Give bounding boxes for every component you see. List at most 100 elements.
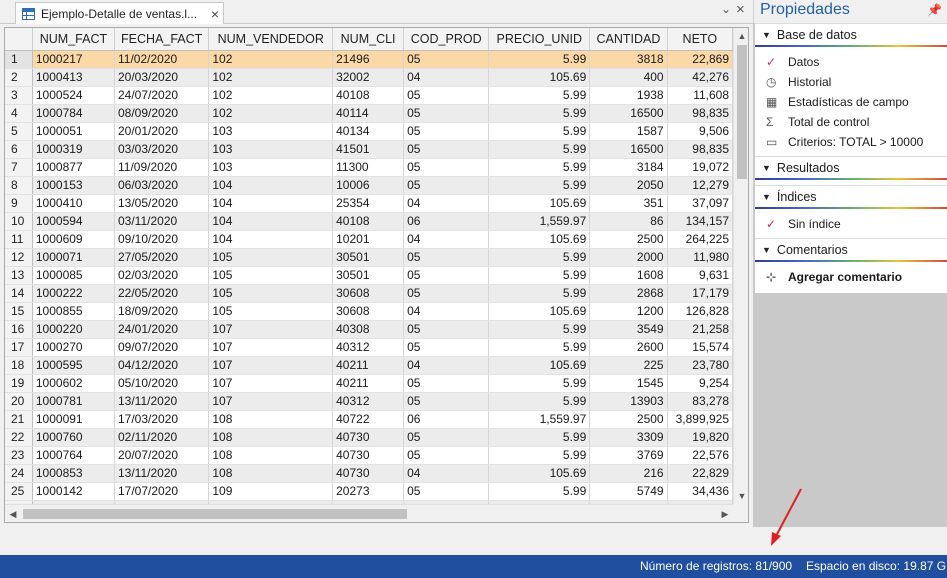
table-cell[interactable]: 5.99 <box>488 50 591 69</box>
table-row[interactable]: 17 1000270 09/07/2020 107 40312 05 5.99 2600 15,… <box>5 338 733 357</box>
table-cell[interactable]: 16500 <box>589 104 668 123</box>
table-cell[interactable]: 05 <box>403 338 490 357</box>
section-header-comentarios[interactable]: ▼ Comentarios <box>755 238 947 260</box>
table-cell[interactable]: 05 <box>403 86 490 105</box>
table-cell[interactable]: 126,828 <box>667 302 733 321</box>
table-cell[interactable]: 104 <box>208 194 334 213</box>
table-cell[interactable]: 1000609 <box>32 230 116 249</box>
table-row[interactable]: 13 1000085 02/03/2020 105 30501 05 5.99 1608 9,6… <box>5 266 733 285</box>
table-cell[interactable]: 105.69 <box>488 464 591 483</box>
row-number[interactable]: 20 <box>5 392 33 411</box>
table-cell[interactable]: 108 <box>208 446 334 465</box>
table-cell[interactable]: 05 <box>403 266 490 285</box>
table-row[interactable]: 15 1000855 18/09/2020 105 30608 04 105.69 1200 1… <box>5 302 733 321</box>
table-cell[interactable]: 17,179 <box>667 284 733 303</box>
table-cell[interactable]: 108 <box>208 464 334 483</box>
table-cell[interactable]: 30501 <box>332 248 405 267</box>
table-row[interactable]: 8 1000153 06/03/2020 104 10006 05 5.99 2050 12,2… <box>5 176 733 195</box>
column-header[interactable]: NETO <box>667 28 733 51</box>
horizontal-scroll-thumb[interactable] <box>23 509 407 519</box>
collapse-caret-icon[interactable]: ▼ <box>762 192 771 202</box>
row-number[interactable]: 18 <box>5 356 33 375</box>
table-cell[interactable]: 103 <box>208 140 334 159</box>
table-cell[interactable]: 04 <box>403 230 490 249</box>
table-row[interactable]: 5 1000051 20/01/2020 103 40134 05 5.99 1587 9,50… <box>5 122 733 141</box>
tab-list-chevron-icon[interactable]: ⌄ <box>721 2 731 16</box>
table-cell[interactable]: 1938 <box>589 86 668 105</box>
table-cell[interactable]: 24/01/2020 <box>114 320 210 339</box>
table-cell[interactable]: 5.99 <box>488 392 591 411</box>
table-cell[interactable]: 06 <box>403 212 490 231</box>
table-cell[interactable]: 15,574 <box>667 338 733 357</box>
table-row[interactable]: 23 1000764 20/07/2020 108 40730 05 5.99 3769 22,… <box>5 446 733 465</box>
table-cell[interactable]: 225 <box>589 356 668 375</box>
table-cell[interactable]: 1000220 <box>32 320 116 339</box>
table-cell[interactable]: 1,559.97 <box>488 212 591 231</box>
table-cell[interactable]: 5.99 <box>488 104 591 123</box>
table-cell[interactable]: 10201 <box>332 230 405 249</box>
scroll-up-arrow-icon[interactable]: ▲ <box>734 28 748 44</box>
table-cell[interactable]: 1000085 <box>32 266 116 285</box>
table-cell[interactable]: 351 <box>589 194 668 213</box>
table-row[interactable]: 22 1000760 02/11/2020 108 40730 05 5.99 3309 19,… <box>5 428 733 447</box>
table-cell[interactable]: 1000594 <box>32 212 116 231</box>
table-cell[interactable]: 13/11/2020 <box>114 464 210 483</box>
table-cell[interactable]: 40211 <box>332 374 405 393</box>
table-cell[interactable]: 5.99 <box>488 428 591 447</box>
table-cell[interactable]: 20/07/2020 <box>114 446 210 465</box>
table-cell[interactable]: 05 <box>403 374 490 393</box>
tab-close-icon[interactable]: × <box>211 6 219 22</box>
column-header[interactable]: CANTIDAD <box>589 28 668 51</box>
table-cell[interactable]: 102 <box>208 104 334 123</box>
table-cell[interactable]: 134,157 <box>667 212 733 231</box>
table-cell[interactable]: 11,980 <box>667 248 733 267</box>
table-cell[interactable]: 1000764 <box>32 446 116 465</box>
table-cell[interactable]: 105.69 <box>488 356 591 375</box>
table-cell[interactable]: 04 <box>403 302 490 321</box>
prop-item-criterios[interactable]: ▭ Criterios: TOTAL > 10000 <box>755 132 947 152</box>
table-cell[interactable]: 107 <box>208 338 334 357</box>
table-cell[interactable]: 09/10/2020 <box>114 230 210 249</box>
row-number[interactable]: 24 <box>5 464 33 483</box>
table-cell[interactable]: 13/11/2020 <box>114 392 210 411</box>
section-header-resultados[interactable]: ▼ Resultados <box>755 156 947 178</box>
table-cell[interactable]: 03/11/2020 <box>114 212 210 231</box>
table-cell[interactable]: 21,258 <box>667 320 733 339</box>
column-header[interactable]: FECHA_FACT <box>114 28 210 51</box>
table-cell[interactable]: 20/03/2020 <box>114 68 210 87</box>
table-cell[interactable]: 9,631 <box>667 266 733 285</box>
table-cell[interactable]: 04 <box>403 356 490 375</box>
table-cell[interactable]: 105.69 <box>488 230 591 249</box>
table-cell[interactable]: 9,506 <box>667 122 733 141</box>
table-row[interactable]: 18 1000595 04/12/2020 107 40211 04 105.69 225 23… <box>5 356 733 375</box>
table-cell[interactable]: 1000217 <box>32 50 116 69</box>
horizontal-scrollbar[interactable]: ◀ ▶ <box>5 504 733 522</box>
table-cell[interactable]: 22,576 <box>667 446 733 465</box>
row-number[interactable]: 9 <box>5 194 33 213</box>
table-cell[interactable]: 3549 <box>589 320 668 339</box>
table-cell[interactable]: 34,436 <box>667 482 733 501</box>
table-row[interactable]: 24 1000853 13/11/2020 108 40730 04 105.69 216 22… <box>5 464 733 483</box>
table-cell[interactable]: 37,097 <box>667 194 733 213</box>
row-number[interactable]: 17 <box>5 338 33 357</box>
table-cell[interactable]: 40312 <box>332 338 405 357</box>
table-cell[interactable]: 1000153 <box>32 176 116 195</box>
table-cell[interactable]: 1000877 <box>32 158 116 177</box>
table-cell[interactable]: 11/09/2020 <box>114 158 210 177</box>
table-cell[interactable]: 5.99 <box>488 284 591 303</box>
table-cell[interactable]: 40108 <box>332 86 405 105</box>
table-cell[interactable]: 1000413 <box>32 68 116 87</box>
table-cell[interactable]: 104 <box>208 212 334 231</box>
table-cell[interactable]: 25354 <box>332 194 405 213</box>
table-cell[interactable]: 1000853 <box>32 464 116 483</box>
collapse-caret-icon[interactable]: ▼ <box>762 163 771 173</box>
table-cell[interactable]: 02/11/2020 <box>114 428 210 447</box>
table-cell[interactable]: 1,559.97 <box>488 410 591 429</box>
table-cell[interactable]: 5.99 <box>488 446 591 465</box>
table-cell[interactable]: 32002 <box>332 68 405 87</box>
table-row[interactable]: 3 1000524 24/07/2020 102 40108 05 5.99 1938 11,6… <box>5 86 733 105</box>
row-number[interactable]: 6 <box>5 140 33 159</box>
column-header[interactable]: COD_PROD <box>403 28 490 51</box>
table-cell[interactable]: 3818 <box>589 50 668 69</box>
table-cell[interactable]: 5.99 <box>488 176 591 195</box>
